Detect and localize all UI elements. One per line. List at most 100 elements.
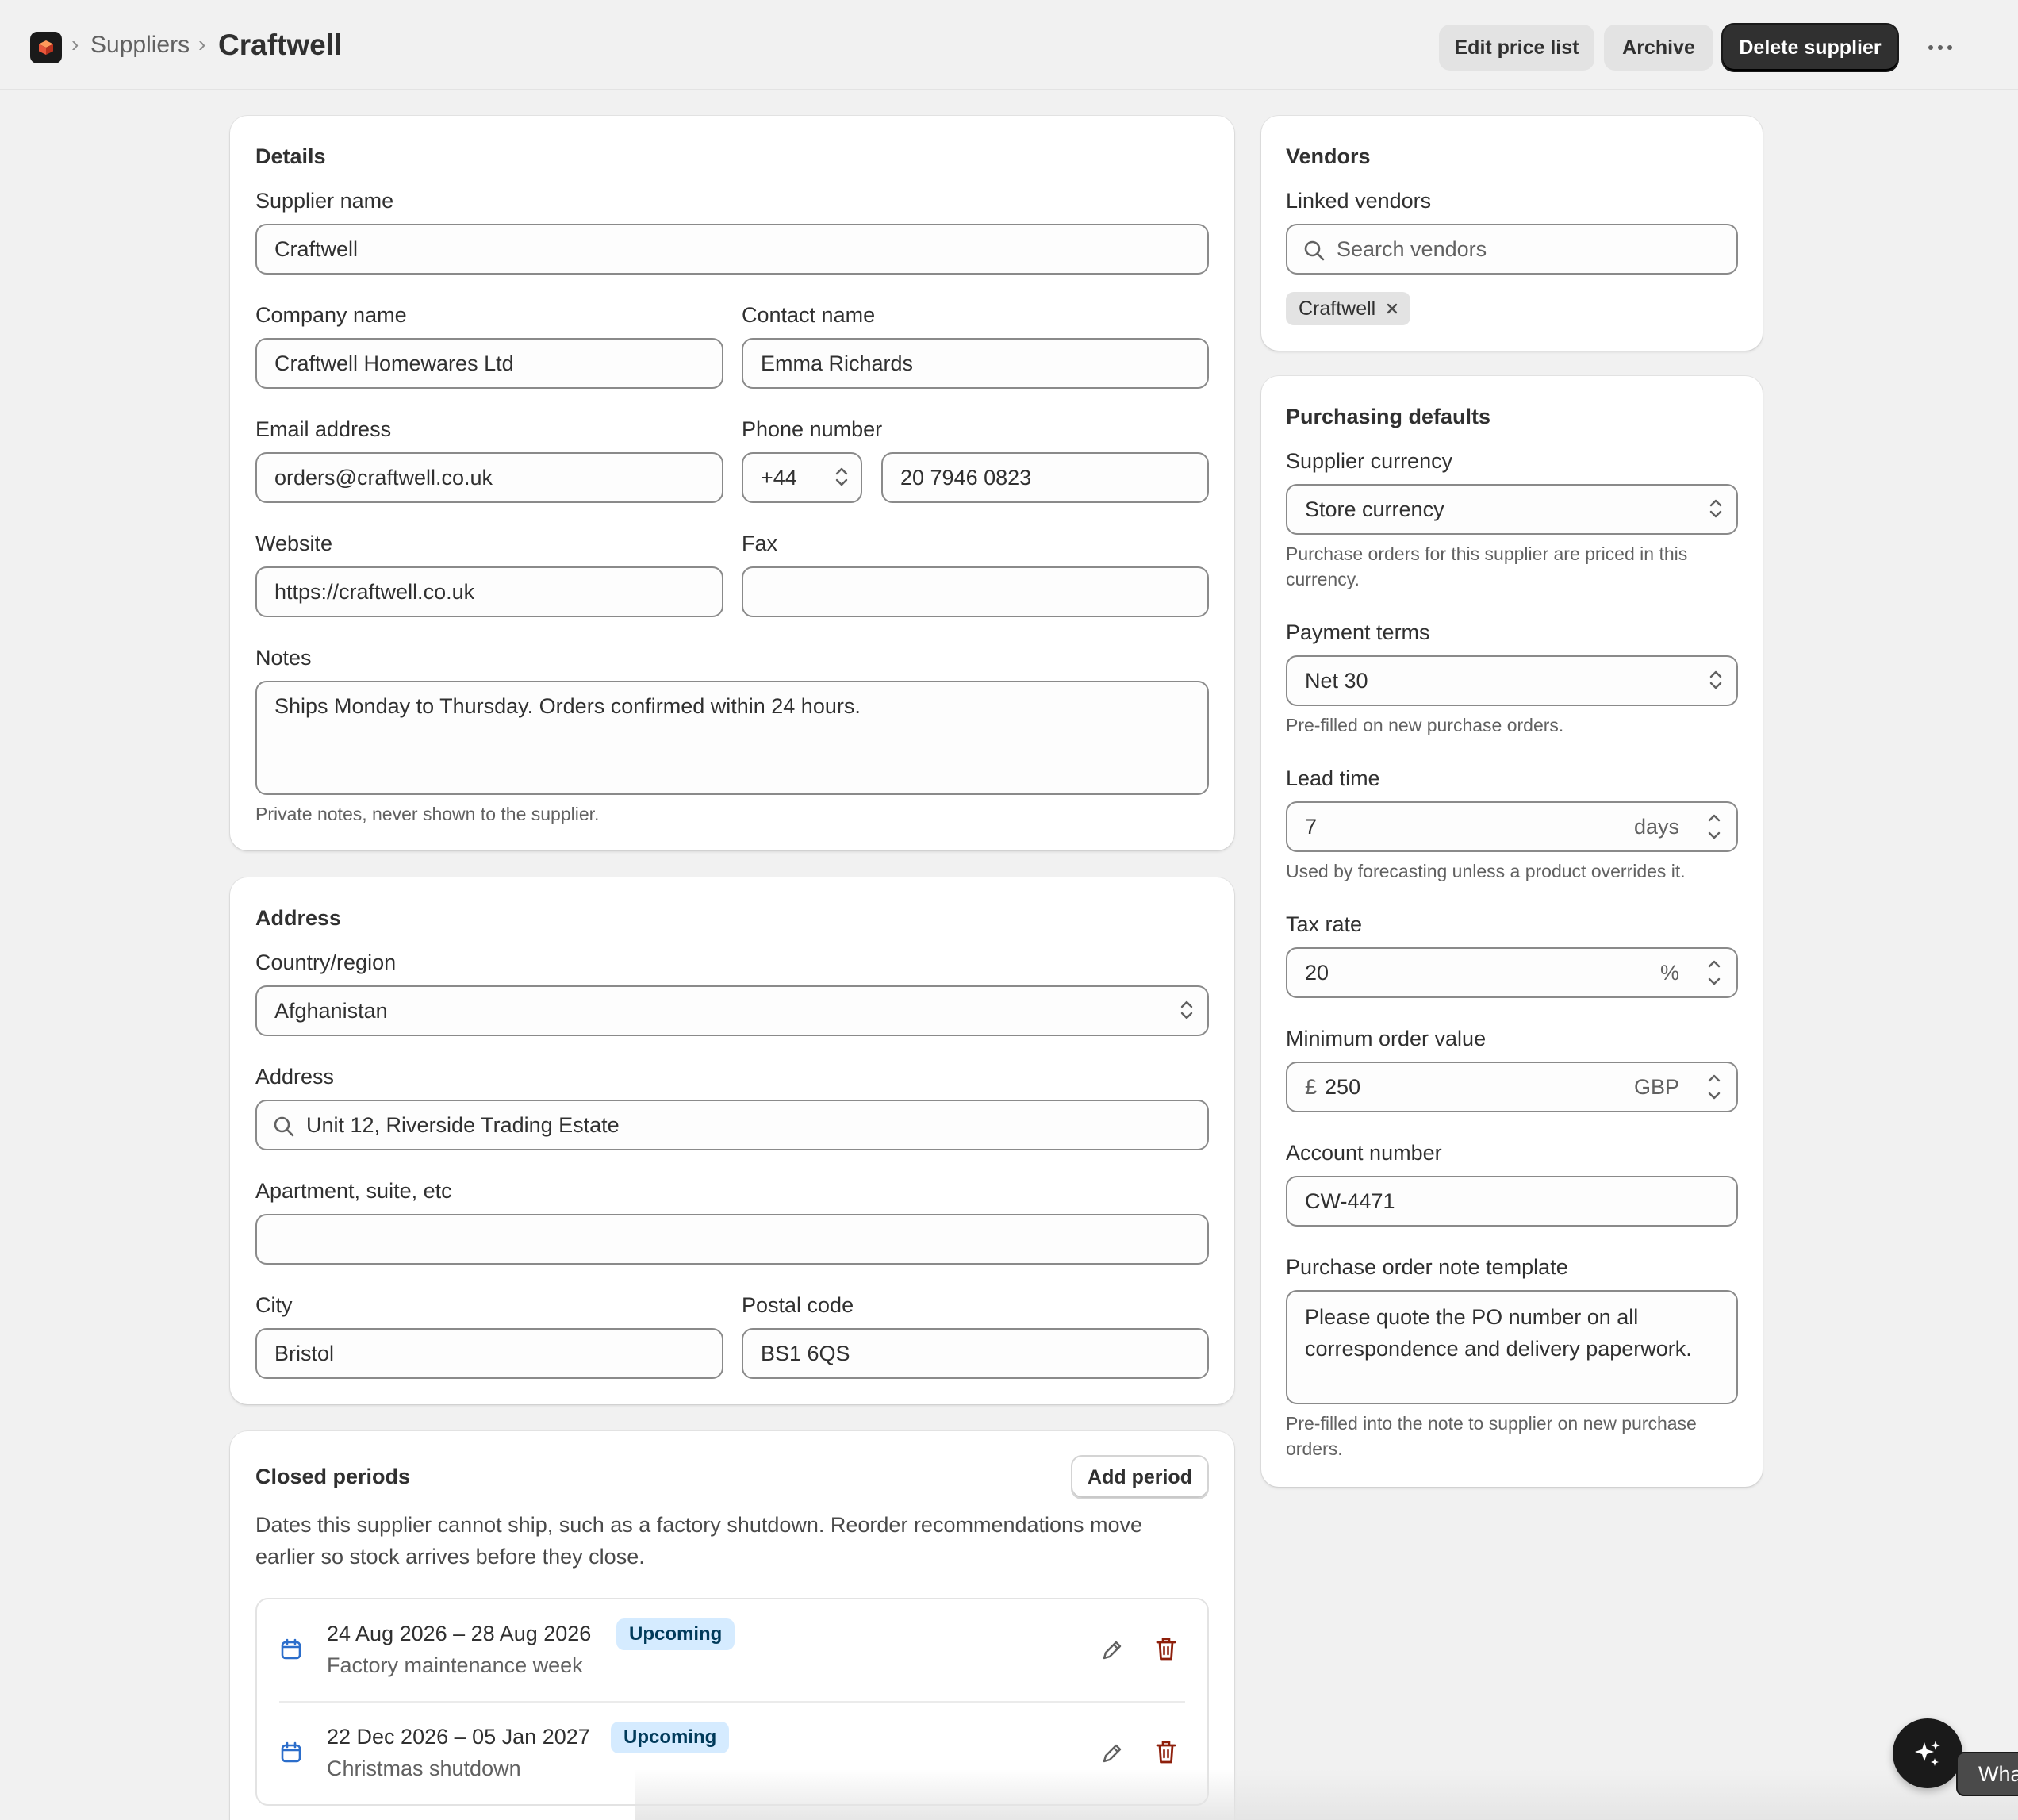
address-input[interactable]: Unit 12, Riverside Trading Estate bbox=[255, 1100, 1209, 1150]
payment-terms-value: Net 30 bbox=[1305, 668, 1368, 693]
delete-trash-icon[interactable] bbox=[1153, 1636, 1179, 1663]
po-note-template-help: Pre-filled into the note to supplier on … bbox=[1286, 1413, 1697, 1459]
supplier-currency-label: Supplier currency bbox=[1286, 449, 1453, 473]
city-input[interactable]: Bristol bbox=[255, 1328, 723, 1379]
postal-code-value: BS1 6QS bbox=[761, 1341, 850, 1365]
lead-time-suffix: days bbox=[1633, 814, 1679, 839]
delete-trash-icon[interactable] bbox=[1153, 1739, 1179, 1766]
lead-time-help: Used by forecasting unless a product ove… bbox=[1286, 861, 1686, 881]
vendor-tag-label: Craftwell bbox=[1299, 297, 1376, 320]
details-title: Details bbox=[255, 144, 326, 168]
po-note-template-value: Please quote the PO number on all corres… bbox=[1305, 1305, 1692, 1361]
account-number-value: CW-4471 bbox=[1305, 1188, 1395, 1213]
country-value: Afghanistan bbox=[274, 998, 388, 1023]
top-bar: › Suppliers › Craftwell Edit price list … bbox=[0, 0, 2018, 90]
contact-name-input[interactable]: Emma Richards bbox=[742, 338, 1209, 389]
phone-code-value: +44 bbox=[761, 465, 797, 490]
calendar-icon bbox=[281, 1741, 301, 1763]
vendor-tag: Craftwell bbox=[1286, 292, 1411, 325]
vendors-title: Vendors bbox=[1286, 144, 1371, 168]
lead-time-input[interactable]: 7 days bbox=[1286, 801, 1738, 852]
page-title: Craftwell bbox=[218, 29, 343, 61]
notes-value: Ships Monday to Thursday. Orders confirm… bbox=[274, 694, 861, 718]
company-name-label: Company name bbox=[255, 303, 407, 327]
search-icon bbox=[274, 1116, 294, 1137]
vendor-search-input[interactable]: Search vendors bbox=[1286, 224, 1738, 275]
fax-input[interactable] bbox=[742, 566, 1209, 617]
breadcrumb-separator-icon: › bbox=[198, 32, 206, 56]
select-chevron-icon bbox=[1709, 670, 1722, 689]
supplier-name-input[interactable]: Craftwell bbox=[255, 224, 1209, 275]
select-chevron-icon bbox=[835, 467, 848, 486]
supplier-currency-value: Store currency bbox=[1305, 497, 1444, 521]
postal-code-input[interactable]: BS1 6QS bbox=[742, 1328, 1209, 1379]
account-number-label: Account number bbox=[1286, 1141, 1442, 1165]
minimum-order-suffix: GBP bbox=[1633, 1074, 1679, 1099]
company-name-value: Craftwell Homewares Ltd bbox=[274, 351, 514, 375]
edit-pencil-icon[interactable] bbox=[1099, 1741, 1125, 1766]
sparkle-icon bbox=[1915, 1741, 1940, 1766]
address-title: Address bbox=[255, 906, 342, 930]
payment-terms-select[interactable]: Net 30 bbox=[1286, 655, 1738, 706]
edit-pencil-icon[interactable] bbox=[1099, 1638, 1125, 1663]
apartment-label: Apartment, suite, etc bbox=[255, 1179, 452, 1203]
supplier-name-value: Craftwell bbox=[274, 236, 359, 261]
lead-time-label: Lead time bbox=[1286, 766, 1380, 790]
more-actions-icon[interactable] bbox=[1924, 35, 1956, 60]
delete-supplier-button[interactable]: Delete supplier bbox=[1723, 25, 1897, 71]
address-value: Unit 12, Riverside Trading Estate bbox=[306, 1112, 620, 1137]
po-note-template-textarea[interactable]: Please quote the PO number on all corres… bbox=[1286, 1290, 1738, 1404]
email-input[interactable]: orders@craftwell.co.uk bbox=[255, 452, 723, 503]
breadcrumb-suppliers-link[interactable]: Suppliers bbox=[90, 32, 190, 59]
notes-help-text: Private notes, never shown to the suppli… bbox=[255, 804, 600, 824]
store-logo-icon[interactable] bbox=[30, 32, 62, 63]
status-badge: Upcoming bbox=[616, 1618, 735, 1650]
status-badge: Upcoming bbox=[611, 1722, 730, 1753]
fax-label: Fax bbox=[742, 532, 778, 555]
select-chevron-icon bbox=[1180, 1000, 1193, 1019]
period-dates: 24 Aug 2026 – 28 Aug 2026 bbox=[327, 1622, 592, 1645]
archive-button[interactable]: Archive bbox=[1604, 25, 1713, 71]
phone-number-input[interactable]: 20 7946 0823 bbox=[881, 452, 1209, 503]
list-divider bbox=[279, 1701, 1185, 1703]
minimum-order-input[interactable]: £ 250 GBP bbox=[1286, 1062, 1738, 1112]
assistant-button[interactable] bbox=[1893, 1718, 1962, 1788]
website-input[interactable]: https://craftwell.co.uk bbox=[255, 566, 723, 617]
number-stepper-icon[interactable] bbox=[1700, 809, 1728, 844]
phone-country-code-select[interactable]: +44 bbox=[742, 452, 862, 503]
postal-code-label: Postal code bbox=[742, 1293, 854, 1317]
breadcrumb-separator-icon: › bbox=[71, 32, 79, 56]
country-label: Country/region bbox=[255, 950, 397, 974]
number-stepper-icon[interactable] bbox=[1700, 1069, 1728, 1104]
country-select[interactable]: Afghanistan bbox=[255, 985, 1209, 1036]
city-value: Bristol bbox=[274, 1341, 335, 1365]
minimum-order-value: 250 bbox=[1325, 1074, 1361, 1099]
minimum-order-prefix: £ bbox=[1305, 1074, 1318, 1099]
tax-rate-input[interactable]: 20 % bbox=[1286, 947, 1738, 998]
apartment-input[interactable] bbox=[255, 1214, 1209, 1265]
calendar-icon bbox=[281, 1638, 301, 1660]
email-value: orders@craftwell.co.uk bbox=[274, 465, 493, 490]
supplier-currency-select[interactable]: Store currency bbox=[1286, 484, 1738, 535]
add-period-button[interactable]: Add period bbox=[1071, 1455, 1209, 1499]
account-number-input[interactable]: CW-4471 bbox=[1286, 1176, 1738, 1227]
company-name-input[interactable]: Craftwell Homewares Ltd bbox=[255, 338, 723, 389]
edit-price-list-button[interactable]: Edit price list bbox=[1439, 25, 1594, 71]
closed-periods-title: Closed periods bbox=[255, 1465, 411, 1488]
lead-time-value: 7 bbox=[1305, 814, 1318, 839]
number-stepper-icon[interactable] bbox=[1700, 955, 1728, 990]
supplier-name-label: Supplier name bbox=[255, 189, 394, 213]
vendor-search-placeholder: Search vendors bbox=[1337, 236, 1487, 261]
tax-rate-label: Tax rate bbox=[1286, 912, 1363, 936]
search-icon bbox=[1304, 240, 1325, 261]
tax-rate-suffix: % bbox=[1659, 960, 1679, 985]
supplier-currency-help: Purchase orders for this supplier are pr… bbox=[1286, 543, 1688, 589]
tax-rate-value: 20 bbox=[1305, 960, 1329, 985]
phone-number-value: 20 7946 0823 bbox=[900, 465, 1032, 490]
city-label: City bbox=[255, 1293, 293, 1317]
assistant-prompt-pill[interactable]: Wha bbox=[1956, 1752, 2018, 1796]
remove-tag-icon[interactable] bbox=[1385, 301, 1399, 316]
notes-textarea[interactable]: Ships Monday to Thursday. Orders confirm… bbox=[255, 681, 1209, 795]
linked-vendors-label: Linked vendors bbox=[1286, 189, 1432, 213]
assistant-prompt-text: Wha bbox=[1978, 1761, 2018, 1786]
